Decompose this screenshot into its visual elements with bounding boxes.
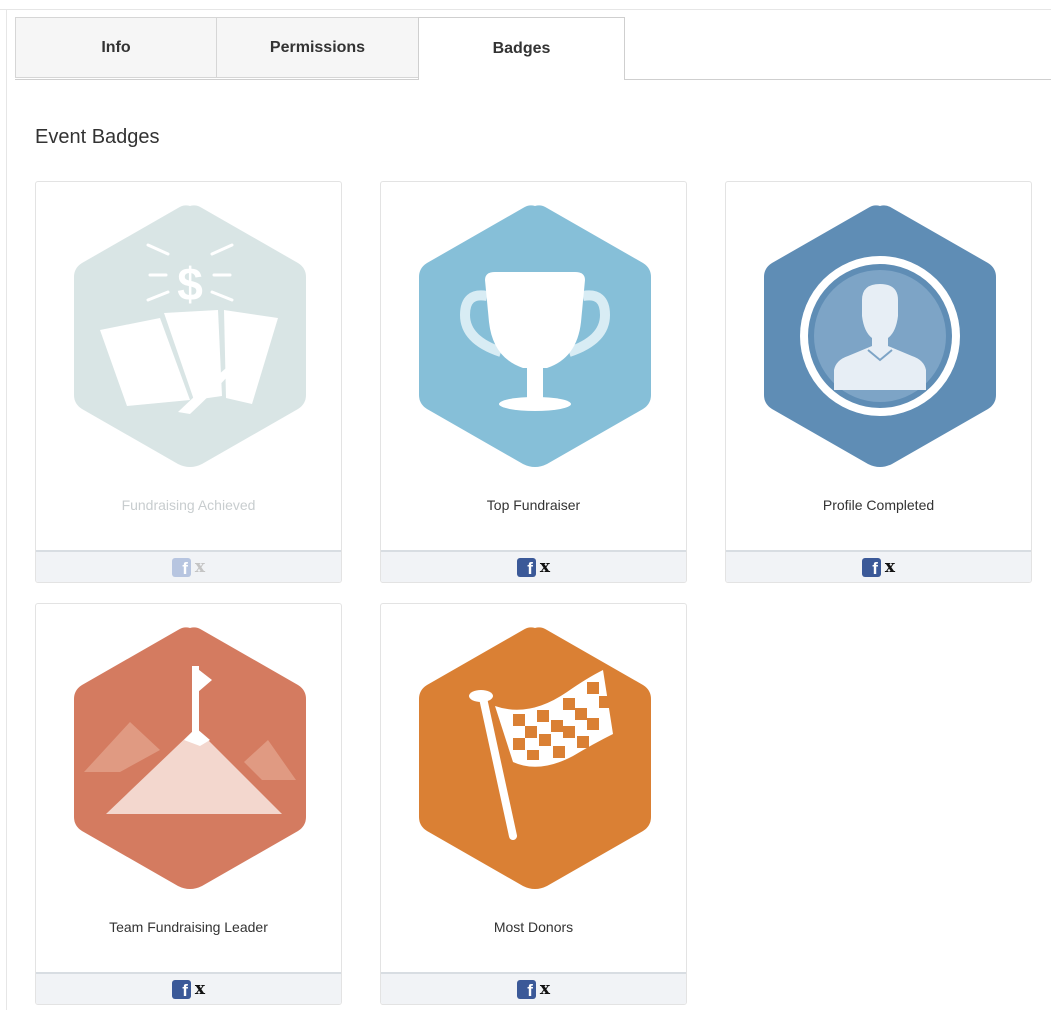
tab-permissions[interactable]: Permissions bbox=[216, 17, 419, 78]
badge-label: Top Fundraiser bbox=[486, 497, 581, 513]
share-bar: f x bbox=[381, 550, 686, 582]
trophy-icon bbox=[417, 200, 653, 472]
svg-text:$: $ bbox=[177, 258, 203, 310]
badge-card-most-donors: Most Donors f x bbox=[380, 603, 687, 1005]
share-bar: f x bbox=[726, 550, 1031, 582]
tab-bar: Info Permissions Badges bbox=[15, 17, 1051, 80]
badge-card-top-fundraiser: Top Fundraiser f x bbox=[380, 181, 687, 583]
facebook-share-icon[interactable]: f bbox=[516, 979, 536, 999]
facebook-share-icon[interactable]: f bbox=[516, 557, 536, 577]
share-bar: f x bbox=[36, 972, 341, 1004]
x-share-icon[interactable]: x bbox=[540, 979, 550, 999]
facebook-share-icon[interactable]: f bbox=[171, 557, 191, 577]
mountain-flag-icon bbox=[72, 622, 308, 894]
facebook-share-icon[interactable]: f bbox=[861, 557, 881, 577]
checkered-flag-icon bbox=[417, 622, 653, 894]
badge-card-team-fundraising-leader: Team Fundraising Leader f x bbox=[35, 603, 342, 1005]
x-share-icon[interactable]: x bbox=[885, 557, 895, 577]
badge-label: Profile Completed bbox=[822, 497, 935, 513]
facebook-share-icon[interactable]: f bbox=[171, 979, 191, 999]
badge-label: Most Donors bbox=[493, 919, 574, 935]
fundraising-achieved-icon: $ bbox=[72, 200, 308, 472]
badge-label: Team Fundraising Leader bbox=[109, 919, 268, 935]
badge-card-profile-completed: Profile Completed f x bbox=[725, 181, 1032, 583]
tab-badges[interactable]: Badges bbox=[418, 17, 625, 80]
badge-label: Fundraising Achieved bbox=[121, 497, 256, 513]
share-bar: f x bbox=[381, 972, 686, 1004]
x-share-icon[interactable]: x bbox=[540, 557, 550, 577]
top-divider bbox=[0, 9, 1051, 10]
x-share-icon[interactable]: x bbox=[195, 557, 205, 577]
share-bar: f x bbox=[36, 550, 341, 582]
x-share-icon[interactable]: x bbox=[195, 979, 205, 999]
tab-info[interactable]: Info bbox=[15, 17, 217, 78]
left-divider bbox=[6, 9, 7, 1010]
badge-card-fundraising-achieved: $ Fundraising Achieved f x bbox=[35, 181, 342, 583]
profile-icon bbox=[762, 200, 998, 472]
section-title: Event Badges bbox=[35, 126, 160, 148]
